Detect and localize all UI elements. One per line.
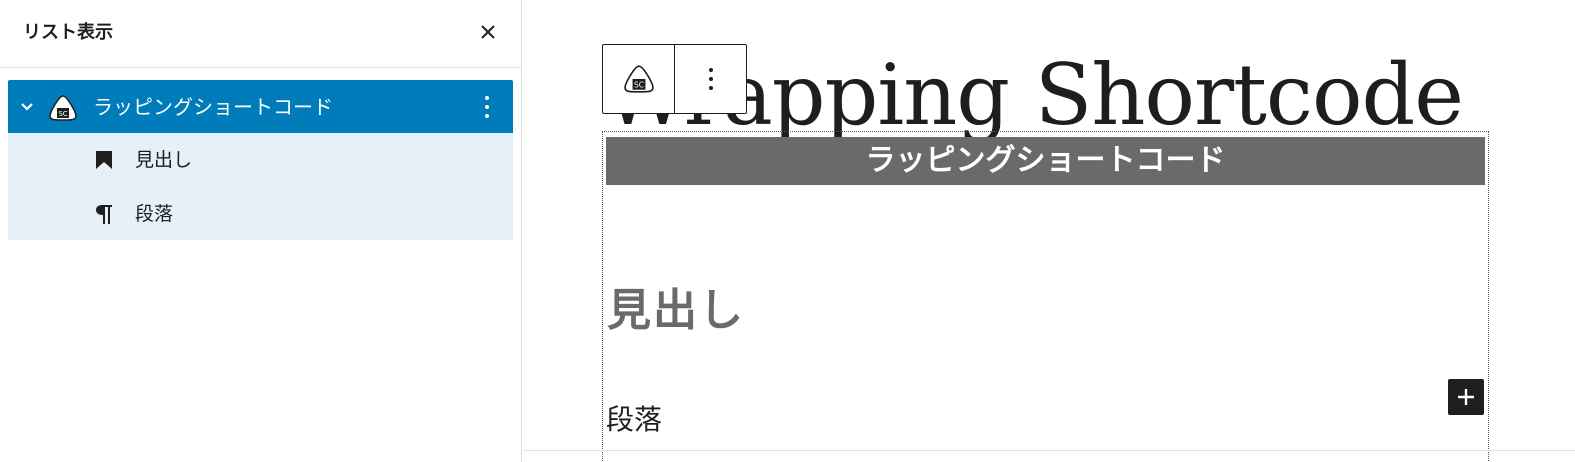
list-item-options-button[interactable] — [474, 92, 500, 122]
editor-canvas: Wrapping Shortcode SC ラッピングショートコード 見出し 段… — [523, 0, 1575, 462]
shortcode-onigiri-icon: SC — [623, 65, 654, 93]
block-options-button[interactable] — [675, 45, 746, 113]
list-item-paragraph[interactable]: 段落 — [8, 187, 513, 240]
plus-icon — [1458, 389, 1474, 405]
svg-text:SC: SC — [58, 110, 67, 118]
bookmark-icon — [96, 151, 112, 169]
canvas-divider — [523, 450, 1575, 451]
pilcrow-icon — [96, 205, 112, 224]
list-view-header: リスト表示 — [0, 0, 521, 68]
block-toolbar: SC — [602, 44, 747, 114]
wrap-block-header: ラッピングショートコード — [606, 137, 1485, 185]
add-block-button[interactable] — [1448, 379, 1484, 415]
shortcode-onigiri-icon: SC — [49, 95, 77, 121]
block-editor: リスト表示 SC ラッピングショートコード 見出し 段落 Wrapping Sh… — [0, 0, 1575, 462]
wrapping-shortcode-block[interactable]: ラッピングショートコード 見出し 段落 — [602, 131, 1489, 462]
list-item-heading[interactable]: 見出し — [8, 133, 513, 187]
close-list-view-button[interactable] — [474, 18, 502, 46]
paragraph-block[interactable]: 段落 — [606, 400, 662, 440]
list-item-label: 見出し — [135, 149, 193, 171]
list-item-label: ラッピングショートコード — [93, 95, 333, 119]
chevron-down-icon[interactable] — [18, 98, 36, 116]
more-vertical-icon — [708, 68, 713, 90]
close-icon — [481, 25, 495, 39]
block-type-button[interactable]: SC — [603, 45, 675, 113]
list-view-tree: SC ラッピングショートコード 見出し 段落 — [8, 80, 513, 240]
heading-block[interactable]: 見出し — [607, 281, 745, 341]
svg-text:SC: SC — [634, 81, 644, 90]
more-vertical-icon — [485, 96, 489, 118]
list-item-label: 段落 — [135, 203, 174, 225]
list-item-wrapping-shortcode[interactable]: SC ラッピングショートコード — [8, 80, 513, 133]
list-view-title: リスト表示 — [23, 22, 113, 43]
list-view-panel: リスト表示 SC ラッピングショートコード 見出し 段落 — [0, 0, 522, 462]
